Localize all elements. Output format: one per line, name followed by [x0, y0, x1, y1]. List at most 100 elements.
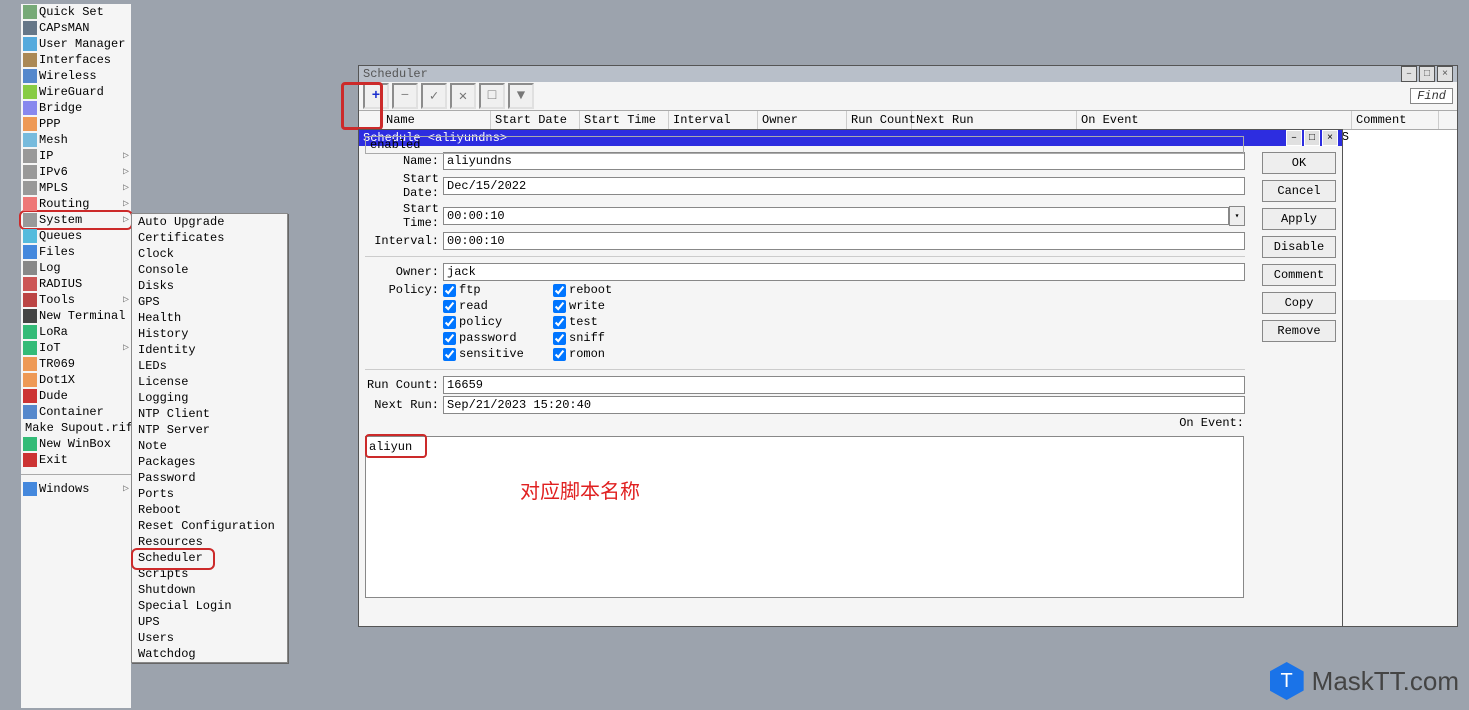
submenu-item-logging[interactable]: Logging	[132, 390, 287, 406]
column-header[interactable]	[359, 111, 382, 129]
checkbox[interactable]	[553, 300, 566, 313]
policy-read-checkbox[interactable]: read	[443, 299, 523, 313]
policy-sniff-checkbox[interactable]: sniff	[553, 331, 633, 345]
submenu-item-ups[interactable]: UPS	[132, 614, 287, 630]
sidebar-item-bridge[interactable]: Bridge	[21, 100, 131, 116]
sidebar-item-mpls[interactable]: MPLS▷	[21, 180, 131, 196]
submenu-item-scheduler[interactable]: Scheduler	[132, 550, 287, 566]
checkbox[interactable]	[443, 348, 456, 361]
start-date-input[interactable]	[443, 177, 1245, 195]
submenu-item-gps[interactable]: GPS	[132, 294, 287, 310]
sidebar-item-dude[interactable]: Dude	[21, 388, 131, 404]
column-header[interactable]: Name	[382, 111, 491, 129]
sidebar-item-files[interactable]: Files	[21, 244, 131, 260]
submenu-item-ntp-client[interactable]: NTP Client	[132, 406, 287, 422]
edit-close-button[interactable]: ×	[1322, 130, 1338, 146]
filter-button[interactable]: ▼	[508, 83, 534, 109]
submenu-item-shutdown[interactable]: Shutdown	[132, 582, 287, 598]
submenu-item-license[interactable]: License	[132, 374, 287, 390]
checkbox[interactable]	[443, 332, 456, 345]
submenu-item-note[interactable]: Note	[132, 438, 287, 454]
start-time-dropdown[interactable]: ▾	[1229, 206, 1245, 226]
sidebar-item-ip[interactable]: IP▷	[21, 148, 131, 164]
sidebar-item-make-supout.rif[interactable]: Make Supout.rif	[21, 420, 131, 436]
submenu-item-reboot[interactable]: Reboot	[132, 502, 287, 518]
enable-button[interactable]: ✓	[421, 83, 447, 109]
remove-button[interactable]: Remove	[1262, 320, 1336, 342]
start-time-input[interactable]	[443, 207, 1229, 225]
sidebar-item-tr069[interactable]: TR069	[21, 356, 131, 372]
submenu-item-disks[interactable]: Disks	[132, 278, 287, 294]
cancel-button[interactable]: Cancel	[1262, 180, 1336, 202]
policy-romon-checkbox[interactable]: romon	[553, 347, 633, 361]
submenu-item-packages[interactable]: Packages	[132, 454, 287, 470]
policy-policy-checkbox[interactable]: policy	[443, 315, 523, 329]
policy-test-checkbox[interactable]: test	[553, 315, 633, 329]
checkbox[interactable]	[553, 348, 566, 361]
column-header[interactable]: Run Count	[847, 111, 912, 129]
ok-button[interactable]: OK	[1262, 152, 1336, 174]
policy-sensitive-checkbox[interactable]: sensitive	[443, 347, 523, 361]
name-input[interactable]	[443, 152, 1245, 170]
column-header[interactable]: Interval	[669, 111, 758, 129]
submenu-item-identity[interactable]: Identity	[132, 342, 287, 358]
submenu-item-clock[interactable]: Clock	[132, 246, 287, 262]
submenu-item-ntp-server[interactable]: NTP Server	[132, 422, 287, 438]
on-event-textarea[interactable]	[366, 437, 1243, 597]
policy-reboot-checkbox[interactable]: reboot	[553, 283, 633, 297]
sidebar-item-log[interactable]: Log	[21, 260, 131, 276]
checkbox[interactable]	[553, 316, 566, 329]
disable-button[interactable]: Disable	[1262, 236, 1336, 258]
edit-maximize-button[interactable]: □	[1304, 130, 1320, 146]
sidebar-item-container[interactable]: Container	[21, 404, 131, 420]
comment-button[interactable]: Comment	[1262, 264, 1336, 286]
sidebar-item-new-winbox[interactable]: New WinBox	[21, 436, 131, 452]
checkbox[interactable]	[553, 332, 566, 345]
sidebar-item-wireguard[interactable]: WireGuard	[21, 84, 131, 100]
sidebar-item-tools[interactable]: Tools▷	[21, 292, 131, 308]
comment-button[interactable]: □	[479, 83, 505, 109]
find-field[interactable]: Find	[1410, 88, 1453, 104]
maximize-button[interactable]: □	[1419, 66, 1435, 82]
submenu-item-console[interactable]: Console	[132, 262, 287, 278]
policy-write-checkbox[interactable]: write	[553, 299, 633, 313]
column-header[interactable]: Start Time	[580, 111, 669, 129]
sidebar-item-ipv6[interactable]: IPv6▷	[21, 164, 131, 180]
column-header[interactable]: Next Run	[912, 111, 1077, 129]
sidebar-item-user-manager[interactable]: User Manager	[21, 36, 131, 52]
submenu-item-scripts[interactable]: Scripts	[132, 566, 287, 582]
checkbox[interactable]	[443, 300, 456, 313]
submenu-item-leds[interactable]: LEDs	[132, 358, 287, 374]
sidebar-item-exit[interactable]: Exit	[21, 452, 131, 468]
copy-button[interactable]: Copy	[1262, 292, 1336, 314]
sidebar-item-radius[interactable]: RADIUS	[21, 276, 131, 292]
remove-button[interactable]: −	[392, 83, 418, 109]
submenu-item-history[interactable]: History	[132, 326, 287, 342]
sidebar-item-wireless[interactable]: Wireless	[21, 68, 131, 84]
column-header[interactable]: Owner	[758, 111, 847, 129]
add-button[interactable]: +	[363, 83, 389, 109]
submenu-item-password[interactable]: Password	[132, 470, 287, 486]
submenu-item-watchdog[interactable]: Watchdog	[132, 646, 287, 662]
sidebar-item-new-terminal[interactable]: New Terminal	[21, 308, 131, 324]
disable-button[interactable]: ✕	[450, 83, 476, 109]
submenu-item-health[interactable]: Health	[132, 310, 287, 326]
sidebar-item-quick-set[interactable]: Quick Set	[21, 4, 131, 20]
sidebar-item-mesh[interactable]: Mesh	[21, 132, 131, 148]
sidebar-item-windows[interactable]: Windows▷	[21, 481, 131, 497]
column-header[interactable]: On Event	[1077, 111, 1352, 129]
column-header[interactable]: Comment	[1352, 111, 1439, 129]
sidebar-item-iot[interactable]: IoT▷	[21, 340, 131, 356]
submenu-item-ports[interactable]: Ports	[132, 486, 287, 502]
submenu-item-auto-upgrade[interactable]: Auto Upgrade	[132, 214, 287, 230]
submenu-item-reset-configuration[interactable]: Reset Configuration	[132, 518, 287, 534]
policy-ftp-checkbox[interactable]: ftp	[443, 283, 523, 297]
apply-button[interactable]: Apply	[1262, 208, 1336, 230]
submenu-item-certificates[interactable]: Certificates	[132, 230, 287, 246]
column-header[interactable]: Start Date	[491, 111, 580, 129]
checkbox[interactable]	[443, 316, 456, 329]
submenu-item-resources[interactable]: Resources	[132, 534, 287, 550]
close-button[interactable]: ×	[1437, 66, 1453, 82]
checkbox[interactable]	[443, 284, 456, 297]
submenu-item-users[interactable]: Users	[132, 630, 287, 646]
